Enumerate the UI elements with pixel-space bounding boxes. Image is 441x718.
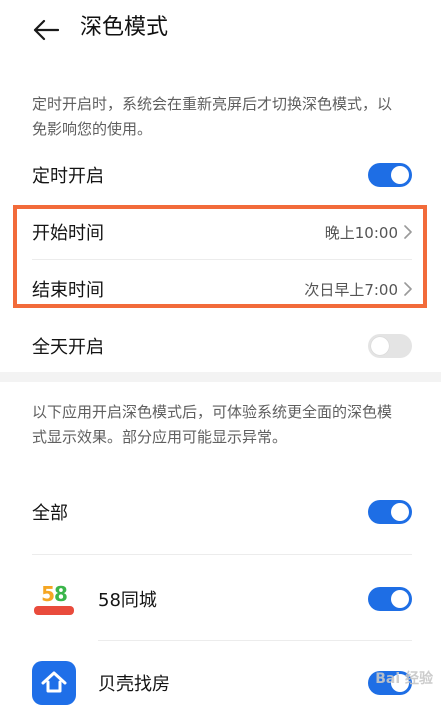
- app-row-58[interactable]: 58 58同城: [32, 576, 412, 622]
- dark-mode-settings-page: 深色模式 定时开启时，系统会在重新亮屏后才切换深色模式，以免影响您的使用。 定时…: [0, 0, 441, 718]
- toggle-knob: [391, 590, 409, 608]
- app-row-all[interactable]: 全部: [32, 496, 412, 528]
- app-name: 全部: [32, 503, 68, 524]
- all-day-toggle-label: 全天开启: [32, 337, 104, 358]
- beike-logo-icon: [32, 661, 76, 705]
- start-time-value-wrap: 晚上10:00: [325, 222, 412, 243]
- divider: [32, 554, 412, 555]
- all-day-toggle-switch[interactable]: [368, 334, 412, 358]
- app-toggle-all[interactable]: [368, 500, 412, 524]
- watermark: Bai 经验: [375, 671, 433, 687]
- page-title: 深色模式: [80, 15, 169, 40]
- 58-logo-icon: 58: [32, 577, 76, 621]
- toggle-knob: [391, 166, 409, 184]
- divider: [32, 259, 412, 260]
- schedule-toggle-row[interactable]: 定时开启: [32, 160, 412, 190]
- schedule-toggle-label: 定时开启: [32, 166, 104, 187]
- app-toggle-58[interactable]: [368, 587, 412, 611]
- all-day-toggle-row[interactable]: 全天开启: [32, 331, 412, 361]
- back-arrow-icon: [33, 19, 59, 41]
- toggle-knob: [391, 503, 409, 521]
- start-time-row[interactable]: 开始时间 晚上10:00: [32, 216, 412, 248]
- start-time-value: 晚上10:00: [324, 223, 398, 242]
- back-button[interactable]: [28, 12, 64, 48]
- end-time-row[interactable]: 结束时间 次日早上7:00: [32, 273, 412, 305]
- chevron-right-icon: [404, 282, 412, 296]
- chevron-right-icon: [404, 225, 412, 239]
- schedule-note: 定时开启时，系统会在重新亮屏后才切换深色模式，以免影响您的使用。: [32, 95, 393, 138]
- app-name: 贝壳找房: [98, 674, 170, 695]
- app-name: 58同城: [98, 590, 157, 611]
- section-separator: [0, 372, 441, 382]
- start-time-label: 开始时间: [32, 223, 104, 244]
- end-time-value: 次日早上7:00: [304, 280, 398, 299]
- toggle-knob: [371, 337, 389, 355]
- schedule-toggle-switch[interactable]: [368, 163, 412, 187]
- apps-note: 以下应用开启深色模式后，可体验系统更全面的深色模式显示效果。部分应用可能显示异常…: [32, 403, 393, 446]
- app-row-beike[interactable]: 贝壳找房: [32, 660, 412, 706]
- end-time-value-wrap: 次日早上7:00: [304, 279, 412, 300]
- divider: [98, 640, 412, 641]
- end-time-label: 结束时间: [32, 280, 104, 301]
- header: 深色模式: [0, 0, 441, 64]
